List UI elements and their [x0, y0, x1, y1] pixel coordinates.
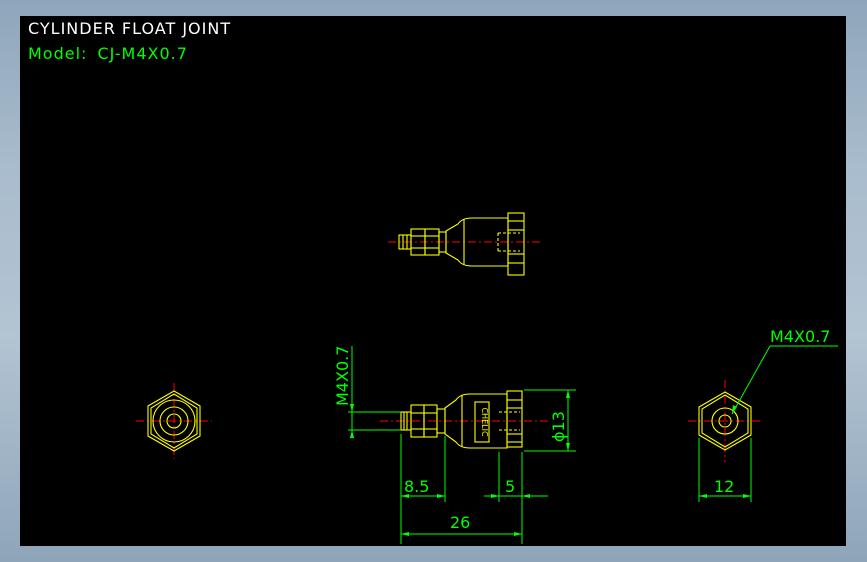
dim-length-5: 5	[505, 477, 515, 496]
model-line: Model: CJ-M4X0.7	[28, 44, 198, 63]
model-value: CJ-M4X0.7	[97, 44, 188, 63]
dim-length-8-5: 8.5	[404, 477, 429, 496]
top-view	[388, 212, 540, 276]
dimensions: M4X0.7 ϕ13 8.5 5 26 12 M4X0.7	[333, 327, 838, 544]
side-view: CHELIC	[380, 390, 548, 449]
top-flange	[507, 212, 525, 276]
dim-thread-vertical: M4X0.7	[333, 346, 352, 406]
cad-drawing-canvas: CHELIC M4X0.7 ϕ13 8.5 5 26 12 M4X0.7 CYL…	[20, 16, 846, 546]
dim-diameter: ϕ13	[549, 411, 568, 442]
dim-thread-leader: M4X0.7	[770, 327, 830, 346]
model-label: Model:	[28, 44, 88, 63]
drawing-svg: CHELIC M4X0.7 ϕ13 8.5 5 26 12 M4X0.7	[136, 212, 838, 544]
dim-width-12: 12	[714, 477, 734, 496]
dim-length-26: 26	[450, 513, 470, 532]
left-end-view	[136, 383, 212, 459]
drawing-title: CYLINDER FLOAT JOINT	[28, 19, 232, 38]
svg-text:CHELIC: CHELIC	[480, 407, 489, 436]
side-flange	[506, 390, 523, 448]
